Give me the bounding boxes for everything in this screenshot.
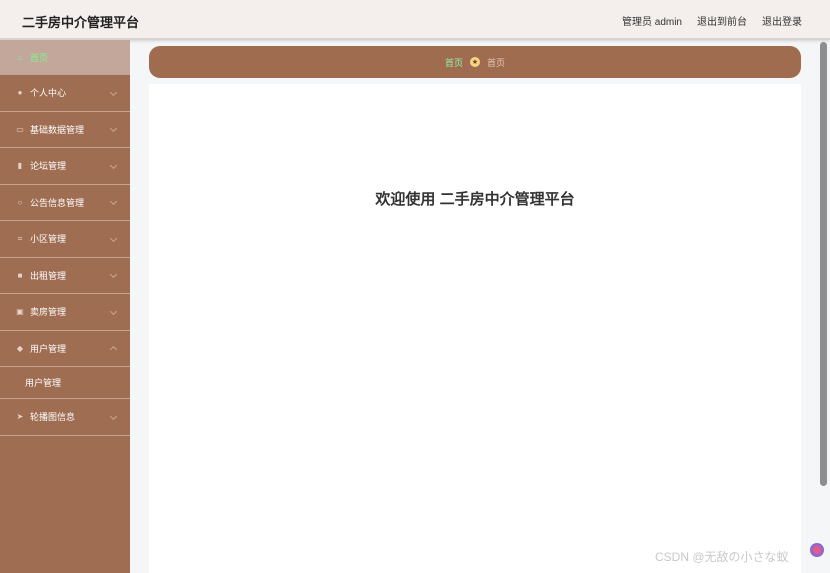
admin-user-link[interactable]: 管理员 admin [622, 13, 682, 28]
chevron-down-icon [109, 234, 118, 242]
sidebar: ⌂ 首页 ● 个人中心 ▭ 基础数据管理 ▮ 论坛管理 ○ 公告信息管理 ⌗ 小… [0, 40, 130, 573]
chart-icon: ▮ [17, 161, 23, 171]
chevron-up-icon [109, 346, 118, 354]
sidebar-item-community[interactable]: ⌗ 小区管理 [0, 221, 130, 258]
scrollbar[interactable] [820, 42, 827, 486]
sidebar-subitem-user-management[interactable]: 用户管理 [0, 367, 130, 399]
chevron-down-icon [109, 307, 118, 315]
breadcrumb-home-link[interactable]: 首页 [445, 56, 463, 69]
back-to-frontend-link[interactable]: 退出到前台 [697, 13, 747, 28]
home-icon: ⌂ [17, 52, 23, 62]
floating-badge-icon[interactable] [810, 543, 824, 557]
briefcase-icon: ■ [17, 270, 23, 280]
sidebar-item-forum[interactable]: ▮ 论坛管理 [0, 148, 130, 185]
sidebar-item-label: 卖房管理 [30, 307, 67, 318]
chevron-down-icon [109, 125, 118, 133]
star-icon: ★ [470, 57, 480, 67]
main-content: 欢迎使用 二手房中介管理平台 [149, 84, 801, 573]
sidebar-item-base-data[interactable]: ▭ 基础数据管理 [0, 112, 130, 148]
chevron-down-icon [109, 271, 118, 279]
grid-icon: ⌗ [17, 233, 23, 243]
power-icon: ○ [17, 197, 23, 207]
breadcrumb: 首页 ★ 首页 [149, 46, 801, 78]
sidebar-item-label: 出租管理 [30, 270, 67, 281]
sidebar-item-carousel[interactable]: ➤ 轮播图信息 [0, 399, 130, 436]
send-icon: ➤ [16, 412, 24, 422]
chevron-down-icon [109, 412, 118, 420]
sidebar-item-home[interactable]: ⌂ 首页 [0, 40, 130, 75]
top-header-bar: 二手房中介管理平台 管理员 admin 退出到前台 退出登录 [0, 0, 830, 40]
sidebar-item-user-management[interactable]: ◆ 用户管理 [0, 331, 130, 367]
user-icon: ● [17, 88, 23, 98]
watermark: CSDN @无敌の小さな蚁 [655, 550, 789, 564]
sidebar-item-label: 轮播图信息 [30, 412, 76, 423]
logout-link[interactable]: 退出登录 [762, 13, 802, 28]
chevron-down-icon [109, 198, 118, 206]
data-icon: ▭ [16, 124, 24, 134]
sidebar-item-label: 论坛管理 [30, 161, 67, 172]
app-title: 二手房中介管理平台 [22, 15, 140, 30]
clipboard-icon: ▣ [16, 307, 24, 317]
sidebar-item-label: 用户管理 [30, 343, 67, 354]
chevron-down-icon [109, 88, 118, 96]
sidebar-item-rental[interactable]: ■ 出租管理 [0, 258, 130, 294]
sidebar-item-label: 小区管理 [30, 234, 67, 245]
sidebar-item-sale[interactable]: ▣ 卖房管理 [0, 294, 130, 331]
sidebar-item-announcement[interactable]: ○ 公告信息管理 [0, 185, 130, 221]
shield-icon: ◆ [16, 343, 24, 353]
header-links: 管理员 admin 退出到前台 退出登录 [622, 13, 802, 28]
sidebar-item-label: 首页 [30, 52, 49, 63]
sidebar-item-label: 个人中心 [30, 88, 67, 99]
sidebar-item-personal-center[interactable]: ● 个人中心 [0, 75, 130, 112]
sidebar-item-label: 基础数据管理 [30, 124, 85, 135]
chevron-down-icon [109, 161, 118, 169]
welcome-message: 欢迎使用 二手房中介管理平台 [375, 191, 575, 208]
sidebar-item-label: 公告信息管理 [30, 197, 85, 208]
breadcrumb-current: 首页 [487, 57, 506, 68]
